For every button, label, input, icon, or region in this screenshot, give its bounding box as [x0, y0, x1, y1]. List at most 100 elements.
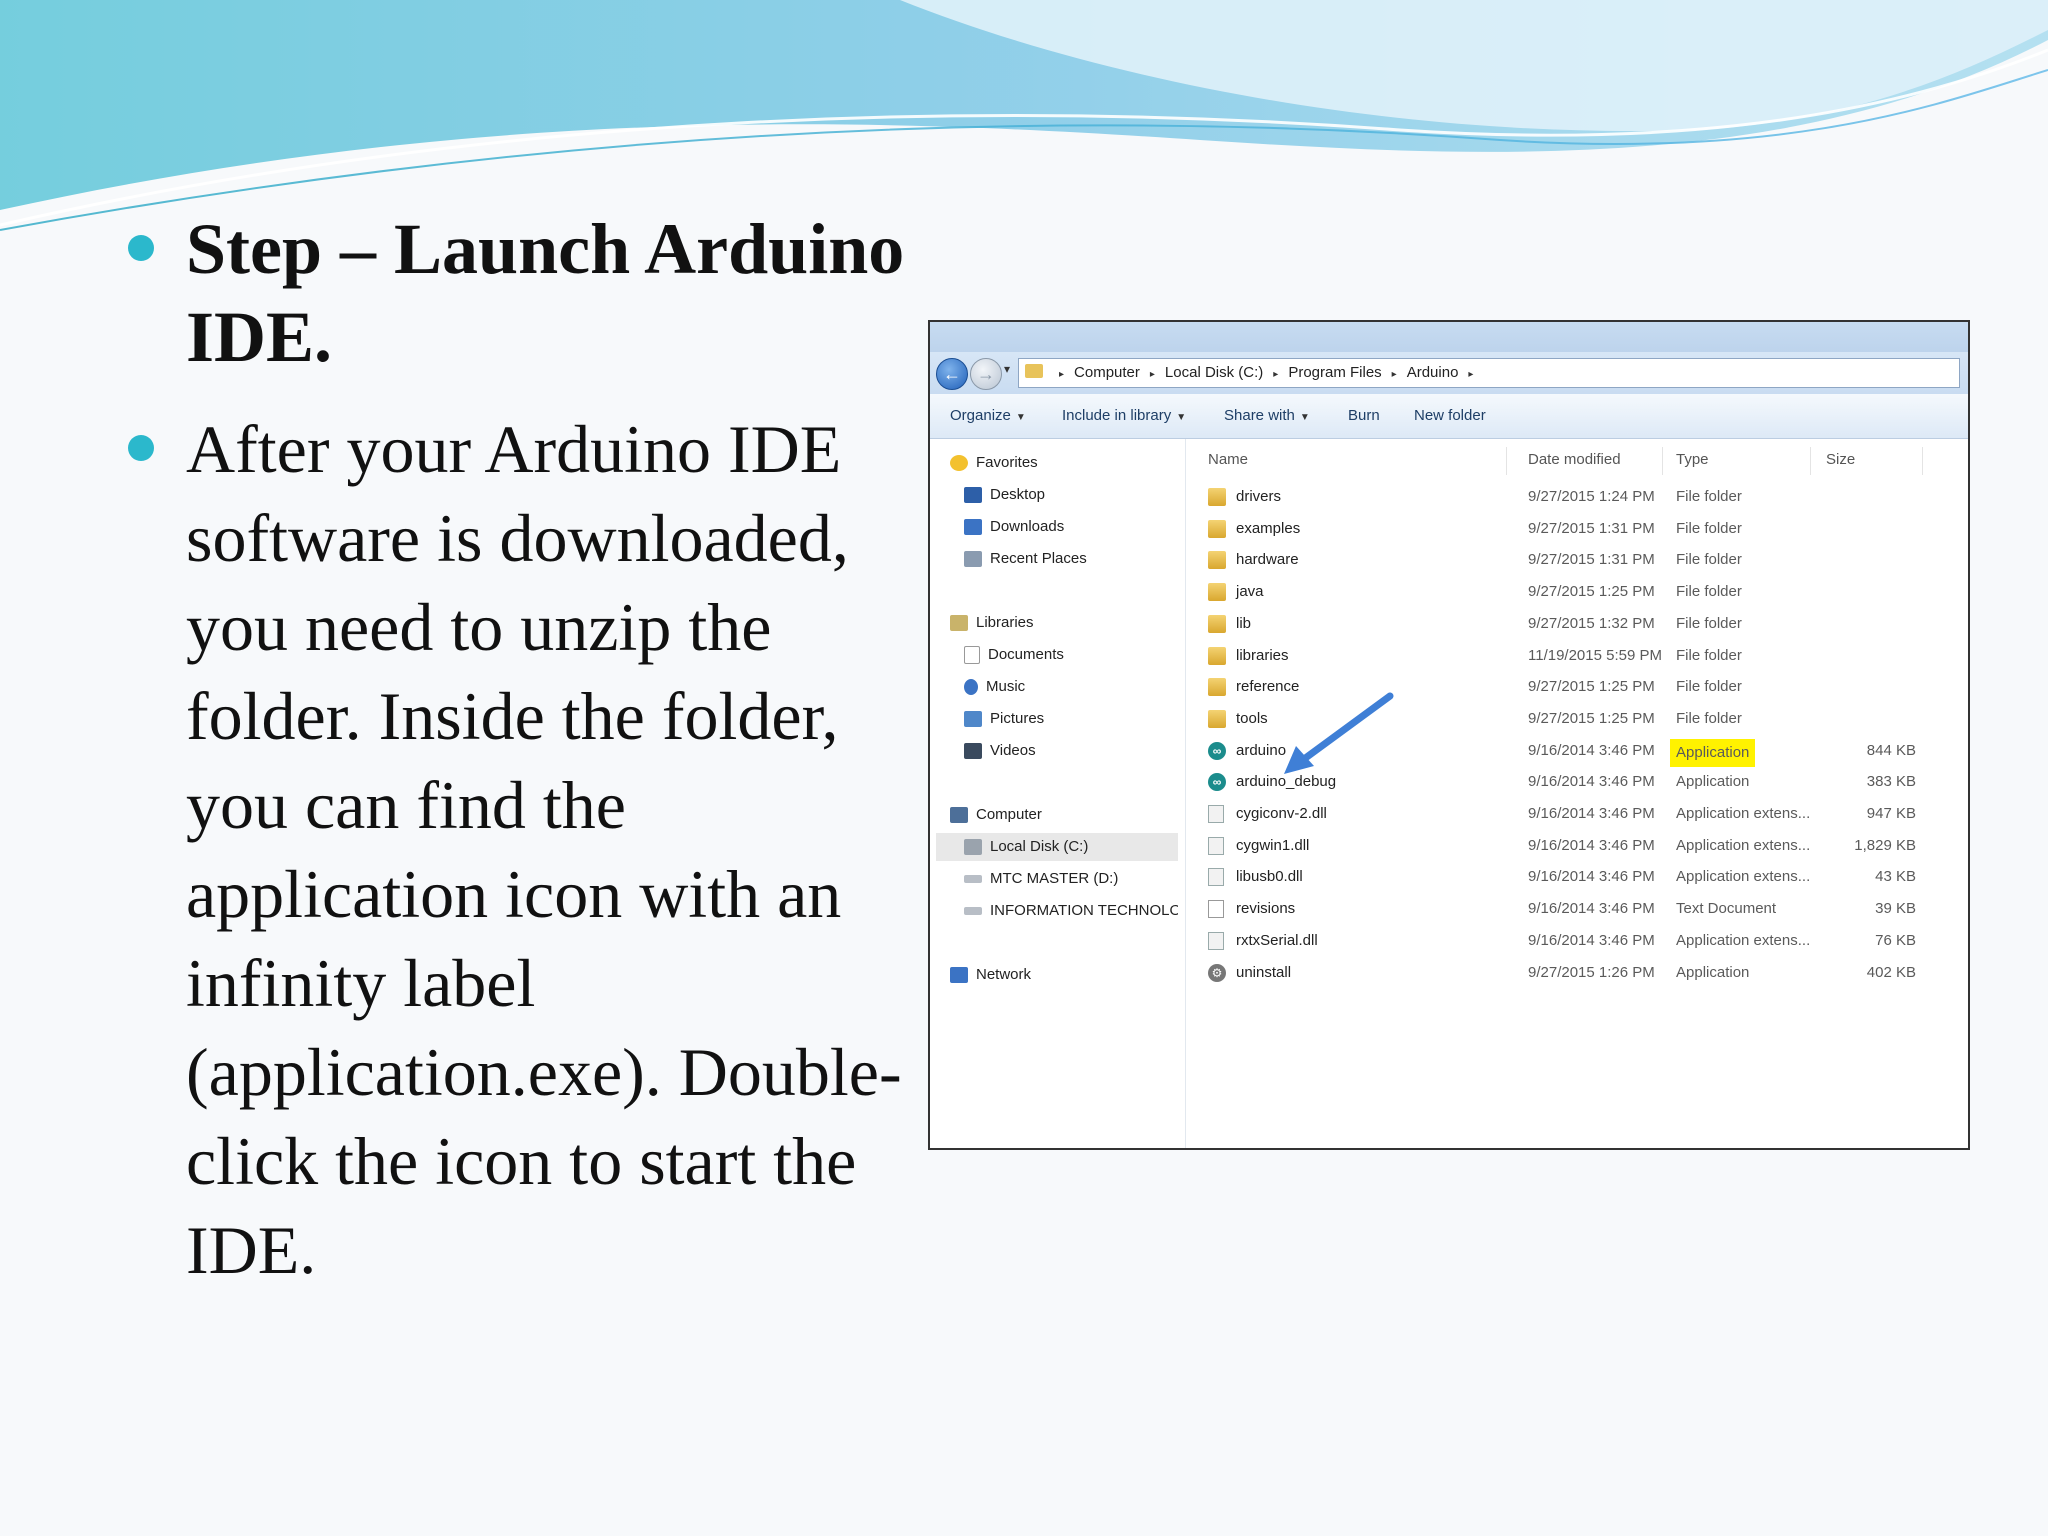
column-header-date[interactable]: Date modified: [1528, 439, 1621, 481]
share-with-button[interactable]: Share with ▼: [1224, 394, 1310, 438]
file-name: libraries: [1236, 646, 1289, 664]
file-name: lib: [1236, 614, 1252, 632]
breadcrumb-computer[interactable]: Computer: [1074, 359, 1140, 387]
column-header-type[interactable]: Type: [1676, 439, 1709, 481]
column-divider: [1810, 447, 1811, 475]
folder-icon: [1208, 646, 1226, 665]
file-row[interactable]: ⚙ uninstall 9/27/2015 1:26 PM Application 40…: [1186, 957, 1968, 989]
file-type: Application extens...: [1676, 836, 1811, 854]
organize-button[interactable]: Organize ▼: [950, 394, 1026, 438]
file-type-highlighted: Application: [1670, 738, 1756, 767]
nav-label: INFORMATION TECHNOLOG: [990, 902, 1178, 919]
file-row[interactable]: libusb0.dll 9/16/2014 3:46 PM Application …: [1186, 861, 1968, 893]
videos-icon: [964, 743, 982, 760]
dll-icon: [1208, 868, 1224, 887]
include-in-library-button[interactable]: Include in library ▼: [1062, 394, 1186, 438]
nav-documents[interactable]: Documents: [964, 641, 1064, 669]
nav-label: Music: [986, 678, 1026, 695]
column-divider: [1922, 447, 1923, 475]
nav-pictures[interactable]: Pictures: [964, 705, 1044, 733]
desktop-icon: [964, 487, 982, 504]
back-button[interactable]: ←: [936, 358, 968, 390]
file-row[interactable]: libraries 11/19/2015 5:59 PM File folder: [1186, 640, 1968, 672]
file-name: java: [1236, 583, 1264, 601]
nav-downloads[interactable]: Downloads: [964, 513, 1064, 541]
nav-recent-places[interactable]: Recent Places: [964, 545, 1087, 573]
file-date: 9/16/2014 3:46 PM: [1528, 900, 1655, 918]
folder-icon: [1208, 614, 1226, 633]
folder-icon: [1208, 551, 1226, 570]
bullet-dot-icon: [128, 435, 154, 461]
folder-icon: [1208, 709, 1226, 728]
header-wave-decoration: [0, 0, 2048, 231]
file-date: 9/16/2014 3:46 PM: [1528, 741, 1655, 759]
file-date: 9/16/2014 3:46 PM: [1528, 805, 1655, 822]
file-row[interactable]: lib 9/27/2015 1:32 PM File folder: [1186, 608, 1968, 640]
file-type: File folder: [1676, 519, 1742, 537]
nav-information-technology[interactable]: INFORMATION TECHNOLOG: [964, 897, 1178, 925]
file-size: 1,829 KB: [1854, 836, 1916, 854]
file-name: examples: [1236, 519, 1301, 537]
file-row[interactable]: drivers 9/27/2015 1:24 PM File folder: [1186, 481, 1968, 513]
file-name: cygwin1.dll: [1236, 836, 1310, 854]
nav-computer[interactable]: Computer: [950, 801, 1042, 829]
file-row[interactable]: examples 9/27/2015 1:31 PM File folder: [1186, 513, 1968, 545]
file-row[interactable]: cygiconv-2.dll 9/16/2014 3:46 PM Applicati…: [1186, 798, 1968, 830]
chevron-right-icon: ▸: [1059, 369, 1065, 380]
downloads-icon: [964, 519, 982, 536]
nav-network[interactable]: Network: [950, 961, 1031, 989]
new-folder-button[interactable]: New folder: [1414, 394, 1486, 438]
nav-libraries[interactable]: Libraries: [950, 609, 1034, 637]
file-date: 9/16/2014 3:46 PM: [1528, 931, 1655, 949]
bullet-instructions: After your Arduino IDE software is downl…: [128, 405, 918, 1295]
star-icon: [950, 455, 968, 472]
file-name: rxtxSerial.dll: [1236, 931, 1318, 949]
column-header-name[interactable]: Name: [1208, 439, 1248, 481]
breadcrumb-program-files[interactable]: Program Files: [1288, 359, 1381, 387]
file-name: hardware: [1236, 551, 1299, 569]
address-bar[interactable]: ▸ Computer ▸ Local Disk (C:) ▸ Program Files ▸…: [1018, 358, 1960, 388]
nav-music[interactable]: Music: [964, 673, 1025, 701]
file-size: 39 KB: [1875, 900, 1916, 918]
folder-icon: [1208, 519, 1226, 538]
file-type: File folder: [1676, 583, 1742, 601]
column-header-size[interactable]: Size: [1826, 439, 1855, 481]
nav-favorites[interactable]: Favorites: [950, 449, 1038, 477]
file-date: 9/16/2014 3:46 PM: [1528, 773, 1655, 791]
file-date: 9/27/2015 1:26 PM: [1528, 963, 1655, 981]
file-name: cygiconv-2.dll: [1236, 805, 1327, 822]
file-row[interactable]: hardware 9/27/2015 1:31 PM File folder: [1186, 544, 1968, 576]
nav-label: Computer: [976, 806, 1042, 823]
file-size: 383 KB: [1866, 773, 1916, 791]
file-row[interactable]: java 9/27/2015 1:25 PM File folder: [1186, 576, 1968, 608]
uninstaller-icon: ⚙: [1208, 963, 1226, 982]
file-row[interactable]: revisions 9/16/2014 3:46 PM Text Document 3…: [1186, 893, 1968, 925]
file-type: Application: [1676, 963, 1750, 981]
pointer-arrow-icon: [1284, 692, 1394, 774]
window-title-bar: [930, 322, 1968, 352]
computer-icon: [950, 807, 968, 824]
libraries-icon: [950, 615, 968, 632]
chevron-right-icon: ▸: [1391, 369, 1397, 380]
burn-button[interactable]: Burn: [1348, 394, 1380, 438]
forward-button[interactable]: →: [970, 358, 1002, 390]
recent-pages-dropdown-icon[interactable]: ▾: [1004, 362, 1010, 376]
breadcrumb-local-disk[interactable]: Local Disk (C:): [1165, 359, 1263, 387]
file-size: 947 KB: [1866, 805, 1916, 822]
file-row[interactable]: rxtxSerial.dll 9/16/2014 3:46 PM Applicati…: [1186, 925, 1968, 957]
nav-mtc-master[interactable]: MTC MASTER (D:): [964, 865, 1118, 893]
slide-bullets: Step – Launch Arduino IDE. After your Ar…: [128, 205, 918, 1319]
file-list: Name Date modified Type Size drivers 9/27…: [1186, 439, 1968, 1148]
nav-videos[interactable]: Videos: [964, 737, 1036, 765]
navigation-pane: Favorites Desktop Downloads Recent Place…: [930, 439, 1186, 1148]
pictures-icon: [964, 711, 982, 728]
dll-icon: [1208, 805, 1224, 823]
nav-local-disk[interactable]: Local Disk (C:): [930, 833, 1185, 861]
nav-desktop[interactable]: Desktop: [964, 481, 1045, 509]
folder-icon: [1208, 488, 1226, 506]
instructions-text: After your Arduino IDE software is downl…: [186, 411, 902, 1288]
file-type: Application: [1676, 773, 1750, 791]
breadcrumb-arduino[interactable]: Arduino: [1407, 359, 1459, 387]
recent-places-icon: [964, 551, 982, 568]
file-row[interactable]: cygwin1.dll 9/16/2014 3:46 PM Application …: [1186, 830, 1968, 862]
